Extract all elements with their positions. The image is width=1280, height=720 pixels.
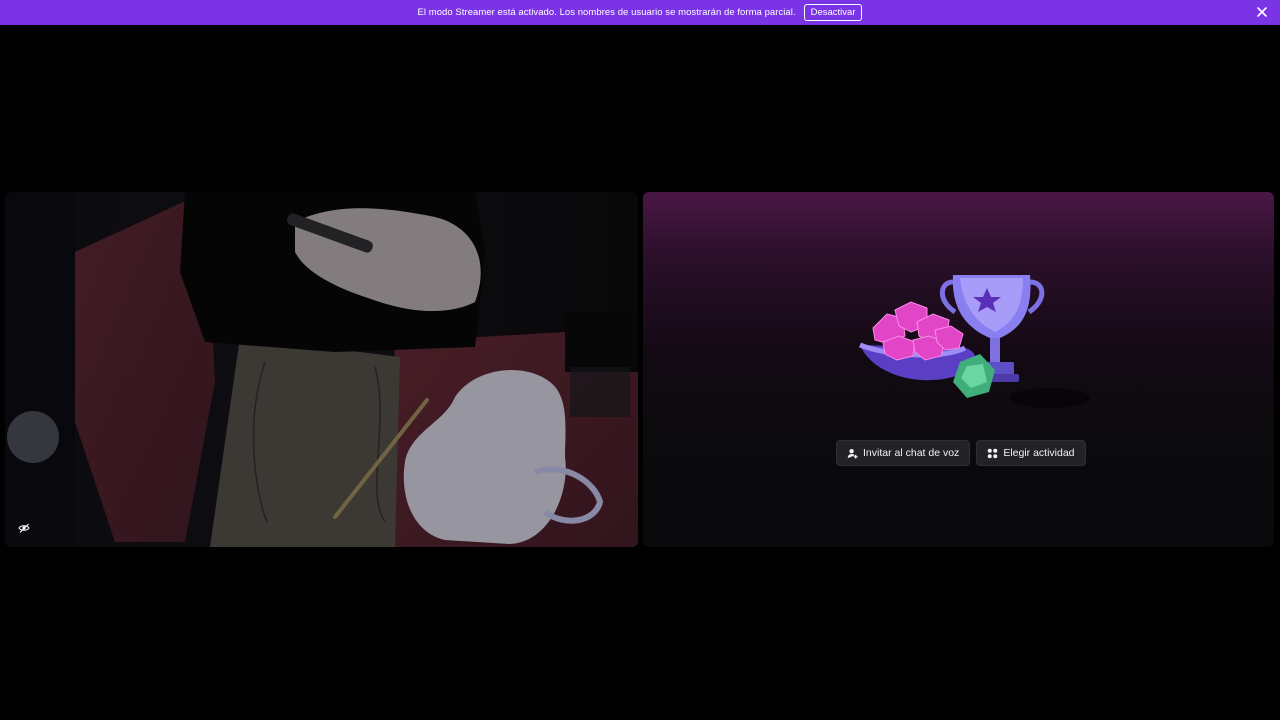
invite-to-voice-button[interactable]: Invitar al chat de voz: [836, 440, 971, 466]
streamer-mode-message: El modo Streamer está activado. Los nomb…: [417, 7, 796, 18]
trophy-gems-dice-illustration: [859, 275, 1090, 408]
person-add-icon: [847, 448, 858, 459]
invite-button-label: Invitar al chat de voz: [863, 447, 960, 459]
camera-feed-image: [5, 192, 638, 547]
no-camera-preview-icon[interactable]: [18, 522, 30, 534]
close-icon[interactable]: [1256, 6, 1268, 18]
choose-activity-button[interactable]: Elegir actividad: [976, 440, 1086, 466]
camera-video-tile[interactable]: [5, 192, 638, 547]
activity-actions: Invitar al chat de voz Elegir actividad: [836, 440, 1086, 466]
activity-tile: Invitar al chat de voz Elegir actividad: [643, 192, 1274, 547]
streamer-mode-banner: El modo Streamer está activado. Los nomb…: [0, 0, 1280, 25]
apps-grid-icon: [988, 448, 998, 458]
deactivate-streamer-button[interactable]: Desactivar: [803, 4, 863, 21]
choose-activity-label: Elegir actividad: [1003, 447, 1075, 459]
